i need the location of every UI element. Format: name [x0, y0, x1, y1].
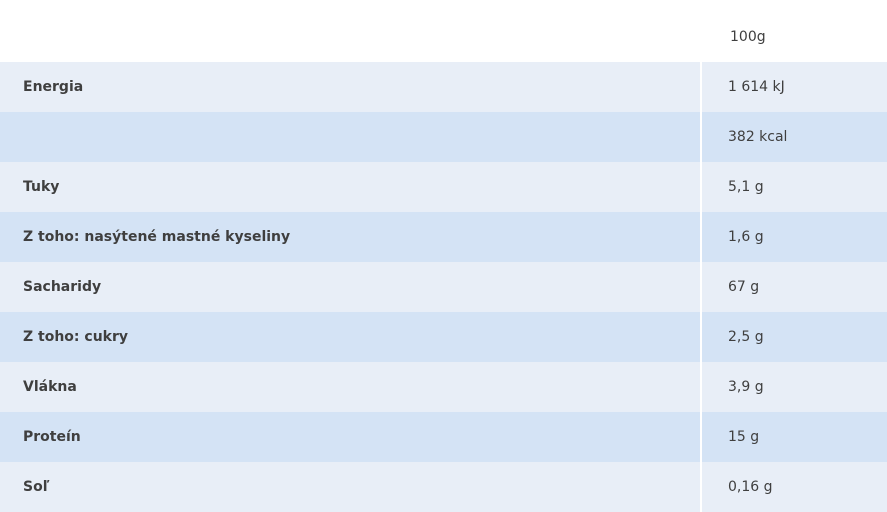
nutrient-value: 1 614 kJ — [702, 62, 887, 112]
table-row-fat: Tuky 5,1 g — [0, 162, 887, 212]
table-row-energy-kj: Energia 1 614 kJ — [0, 62, 887, 112]
nutrient-value: 2,5 g — [702, 312, 887, 362]
nutrient-label: Z toho: nasýtené mastné kyseliny — [0, 212, 702, 262]
nutrient-label: Z toho: cukry — [0, 312, 702, 362]
nutrient-label: Vlákna — [0, 362, 702, 412]
nutrient-label: Proteín — [0, 412, 702, 462]
nutrient-value: 15 g — [702, 412, 887, 462]
table-row-sugars: Z toho: cukry 2,5 g — [0, 312, 887, 362]
nutrient-label: Sacharidy — [0, 262, 702, 312]
nutrient-value: 3,9 g — [702, 362, 887, 412]
nutrient-value: 1,6 g — [702, 212, 887, 262]
nutrient-label: Tuky — [0, 162, 702, 212]
table-row-protein: Proteín 15 g — [0, 412, 887, 462]
table-row-fiber: Vlákna 3,9 g — [0, 362, 887, 412]
nutrient-value: 382 kcal — [702, 112, 887, 162]
nutrient-value: 67 g — [702, 262, 887, 312]
header-label-cell — [0, 0, 702, 62]
nutrition-table: 100g Energia 1 614 kJ 382 kcal Tuky 5,1 … — [0, 0, 887, 512]
nutrient-label — [0, 112, 702, 162]
nutrient-label: Soľ — [0, 462, 702, 512]
nutrient-value: 0,16 g — [702, 462, 887, 512]
table-row-saturated-fat: Z toho: nasýtené mastné kyseliny 1,6 g — [0, 212, 887, 262]
nutrient-label: Energia — [0, 62, 702, 112]
table-row-energy-kcal: 382 kcal — [0, 112, 887, 162]
table-row-salt: Soľ 0,16 g — [0, 462, 887, 512]
table-header-row: 100g — [0, 0, 887, 62]
nutrient-value: 5,1 g — [702, 162, 887, 212]
table-row-carbohydrates: Sacharidy 67 g — [0, 262, 887, 312]
header-per-100g: 100g — [702, 0, 887, 62]
